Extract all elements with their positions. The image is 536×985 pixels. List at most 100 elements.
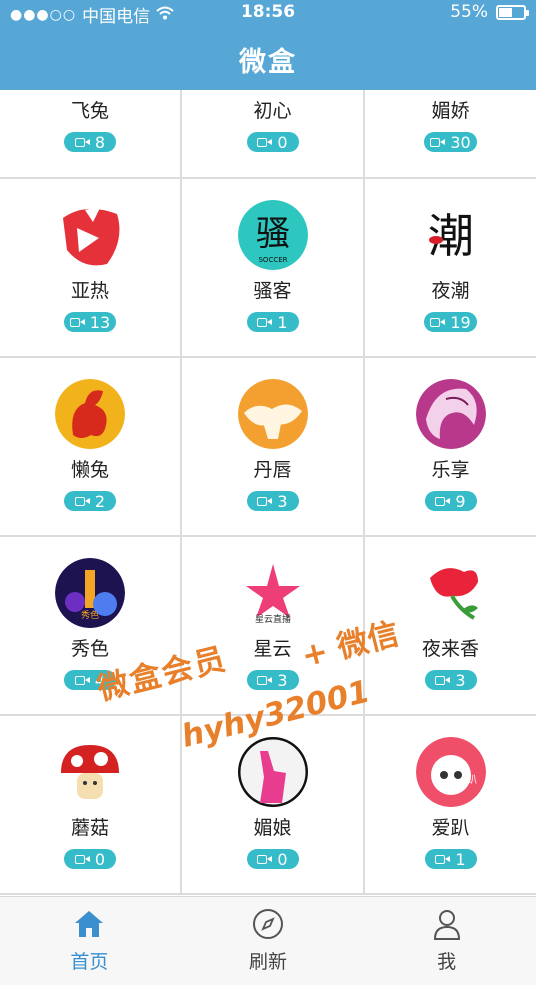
app-name: 亚热: [70, 280, 109, 302]
user-icon: [430, 907, 464, 941]
app-cell[interactable]: 趴爱趴 1: [365, 716, 536, 895]
video-count-badge: 2: [64, 491, 116, 511]
tab-me[interactable]: 我: [357, 897, 536, 985]
app-cell[interactable]: 乐享 9: [365, 358, 536, 537]
app-logo-icon: [237, 379, 308, 449]
video-count: 3: [277, 491, 288, 511]
svg-text:潮: 潮: [428, 209, 474, 263]
video-count-badge: 13: [63, 312, 117, 332]
app-name: 夜来香: [421, 638, 479, 660]
video-camera-icon: [257, 854, 273, 865]
video-count: 3: [277, 670, 288, 690]
video-camera-icon: [435, 496, 451, 507]
home-icon: [72, 907, 106, 941]
app-logo-icon: 秀色: [55, 558, 125, 628]
video-camera-icon: [74, 675, 91, 686]
tab-me-label: 我: [437, 951, 457, 973]
video-count: 0: [94, 849, 106, 869]
video-count: 9: [455, 491, 466, 511]
video-count: 2: [94, 491, 106, 511]
app-name: 懒兔: [70, 459, 109, 481]
app-logo-icon: [415, 379, 486, 449]
app-cell[interactable]: 媚娇 30: [365, 90, 536, 179]
app-name: 媚娇: [431, 100, 470, 122]
app-cell[interactable]: 亚热 13: [0, 179, 182, 358]
video-camera-icon: [257, 675, 273, 686]
status-bar: ●●●○○ 中国电信 18:56 55%: [0, 0, 536, 27]
video-count-badge: 9: [424, 491, 477, 511]
app-name: 媚娘: [253, 817, 292, 839]
top-bar: ●●●○○ 中国电信 18:56 55% 微盒: [0, 0, 536, 90]
svg-text:骚: 骚: [256, 214, 290, 254]
video-camera-icon: [435, 675, 451, 686]
video-count-badge: 1: [424, 849, 477, 869]
video-camera-icon: [435, 854, 451, 865]
app-name: 蘑菇: [70, 817, 109, 839]
app-logo-icon: 星云直播: [237, 558, 308, 628]
tab-home[interactable]: 首页: [0, 897, 179, 985]
app-cell[interactable]: 潮夜潮 19: [365, 179, 536, 358]
video-count: 3: [455, 670, 466, 690]
svg-text:SOCCER: SOCCER: [258, 256, 287, 264]
battery-fill: [499, 7, 513, 17]
app-logo-icon: [415, 558, 486, 628]
video-count: 0: [277, 849, 288, 869]
app-logo-icon: 骚 SOCCER: [237, 200, 308, 270]
video-count: 1: [277, 312, 288, 332]
video-count-badge: 30: [424, 132, 477, 152]
app-logo-icon: [55, 379, 125, 449]
app-name: 秀色: [70, 638, 109, 660]
video-count-badge: 8: [64, 132, 116, 152]
app-cell[interactable]: 初心 0: [182, 90, 365, 179]
video-camera-icon: [257, 496, 273, 507]
app-name: 乐享: [431, 459, 470, 481]
app-name: 爱趴: [431, 817, 470, 839]
video-count-badge: 1: [246, 312, 299, 332]
tab-home-label: 首页: [70, 951, 109, 973]
app-name: 丹唇: [253, 459, 292, 481]
video-camera-icon: [69, 317, 86, 328]
tab-bar: 首页 刷新 我: [0, 896, 536, 985]
video-camera-icon: [74, 854, 91, 865]
app-cell[interactable]: 蘑菇 0: [0, 716, 182, 895]
tab-refresh-label: 刷新: [249, 951, 288, 973]
video-count-badge: 0: [246, 132, 299, 152]
app-logo-icon: [237, 737, 308, 807]
svg-text:趴: 趴: [467, 774, 477, 786]
app-cell[interactable]: 星云直播星云 3: [182, 537, 365, 716]
page-title: 微盒: [239, 47, 297, 78]
video-count: 19: [450, 312, 471, 332]
video-count: 0: [277, 132, 288, 152]
video-count-badge: 3: [424, 670, 477, 690]
video-count-badge: 0: [64, 849, 116, 869]
app-cell[interactable]: 秀色 秀色 4: [0, 537, 182, 716]
app-logo-icon: [55, 200, 125, 270]
app-cell[interactable]: 媚娘 0: [182, 716, 365, 895]
status-right: 55%: [450, 2, 529, 22]
video-count-badge: 19: [424, 312, 477, 332]
app-cell[interactable]: 飞兔 8: [0, 90, 182, 179]
app-grid: 飞兔 8 初心 0 媚娇 30 亚热 13 骚 SOCCER 骚客 1 潮夜潮 19 懒兔 2 丹唇 3 乐享 9 秀色…: [0, 90, 536, 895]
app-name: 骚客: [253, 280, 292, 302]
app-cell[interactable]: 丹唇 3: [182, 358, 365, 537]
video-camera-icon: [430, 317, 446, 328]
app-name: 飞兔: [70, 100, 109, 122]
app-name: 星云: [253, 638, 292, 660]
app-logo-icon: [55, 737, 125, 807]
tab-refresh[interactable]: 刷新: [179, 897, 358, 985]
app-logo-icon: 趴: [415, 737, 486, 807]
app-cell[interactable]: 夜来香 3: [365, 537, 536, 716]
battery-percent: 55%: [450, 2, 488, 22]
video-count: 8: [94, 132, 106, 152]
video-count: 1: [455, 849, 466, 869]
video-camera-icon: [74, 137, 91, 148]
compass-icon: [251, 907, 285, 941]
app-cell[interactable]: 懒兔 2: [0, 358, 182, 537]
app-cell[interactable]: 骚 SOCCER 骚客 1: [182, 179, 365, 358]
app-name: 初心: [253, 100, 292, 122]
video-count-badge: 0: [246, 849, 299, 869]
svg-text:秀色: 秀色: [81, 609, 99, 621]
app-name: 夜潮: [431, 280, 470, 302]
video-count-badge: 3: [246, 491, 299, 511]
video-camera-icon: [430, 137, 446, 148]
